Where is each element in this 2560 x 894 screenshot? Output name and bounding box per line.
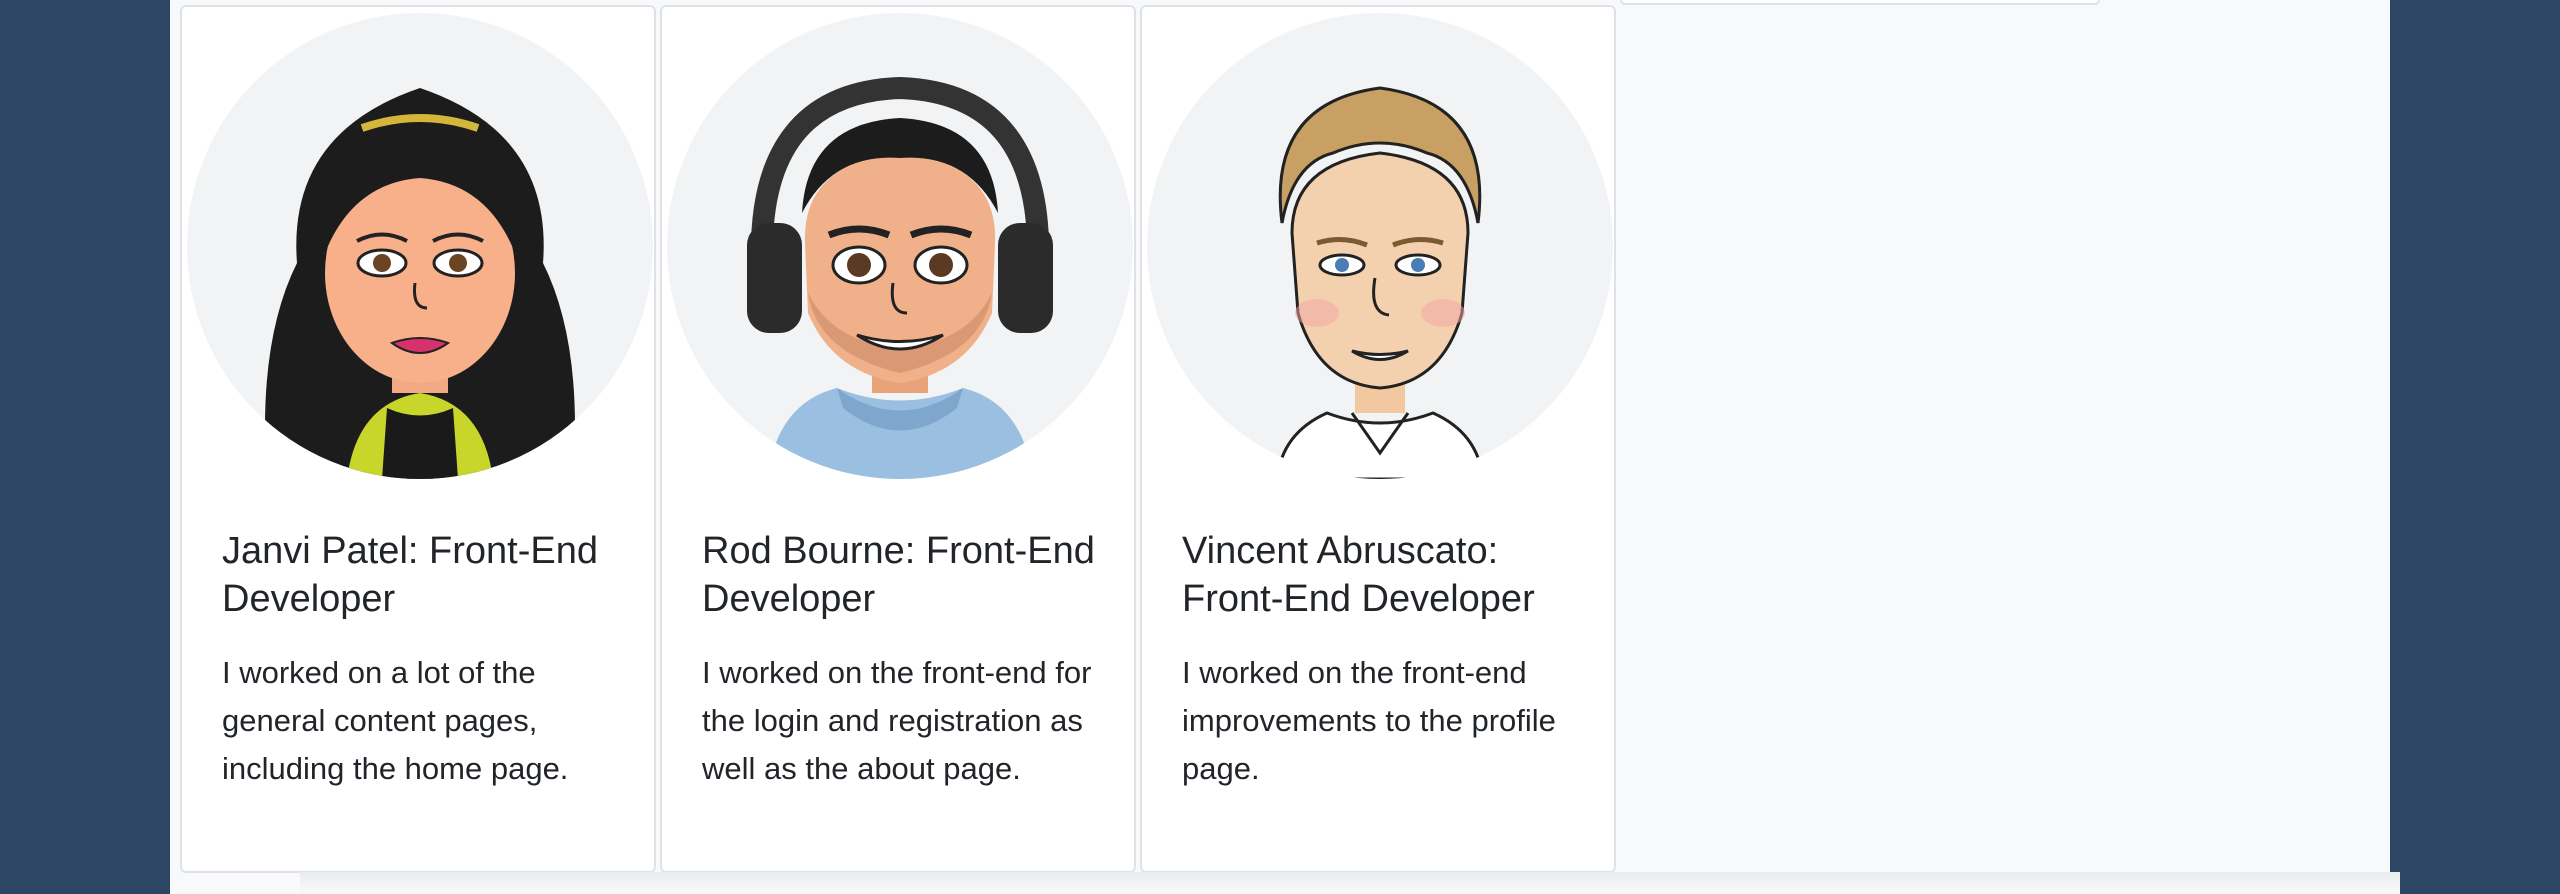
team-member-card: Rod Bourne: Front-End Developer I worked… (660, 5, 1136, 873)
team-member-card: Vincent Abruscato: Front-End Developer I… (1140, 5, 1616, 873)
page-content: Janvi Patel: Front-End Developer I worke… (170, 0, 2400, 894)
female-developer-avatar-icon (187, 13, 653, 479)
member-description: I worked on a lot of the general content… (222, 655, 569, 786)
member-title: Janvi Patel: Front-End Developer (222, 530, 598, 620)
avatar (1147, 13, 1613, 479)
card-edge-partial (1620, 0, 2100, 5)
avatar (187, 13, 653, 479)
male-developer-headphones-avatar-icon (667, 13, 1133, 479)
section-divider (300, 872, 2400, 894)
member-title: Rod Bourne: Front-End Developer (702, 530, 1095, 620)
member-description: I worked on the front-end for the login … (702, 655, 1092, 786)
avatar (667, 13, 1133, 479)
member-title: Vincent Abruscato: Front-End Developer (1182, 530, 1535, 620)
team-member-card: Janvi Patel: Front-End Developer I worke… (180, 5, 656, 873)
male-developer-blond-avatar-icon (1147, 13, 1613, 479)
member-description: I worked on the front-end improvements t… (1182, 655, 1556, 786)
